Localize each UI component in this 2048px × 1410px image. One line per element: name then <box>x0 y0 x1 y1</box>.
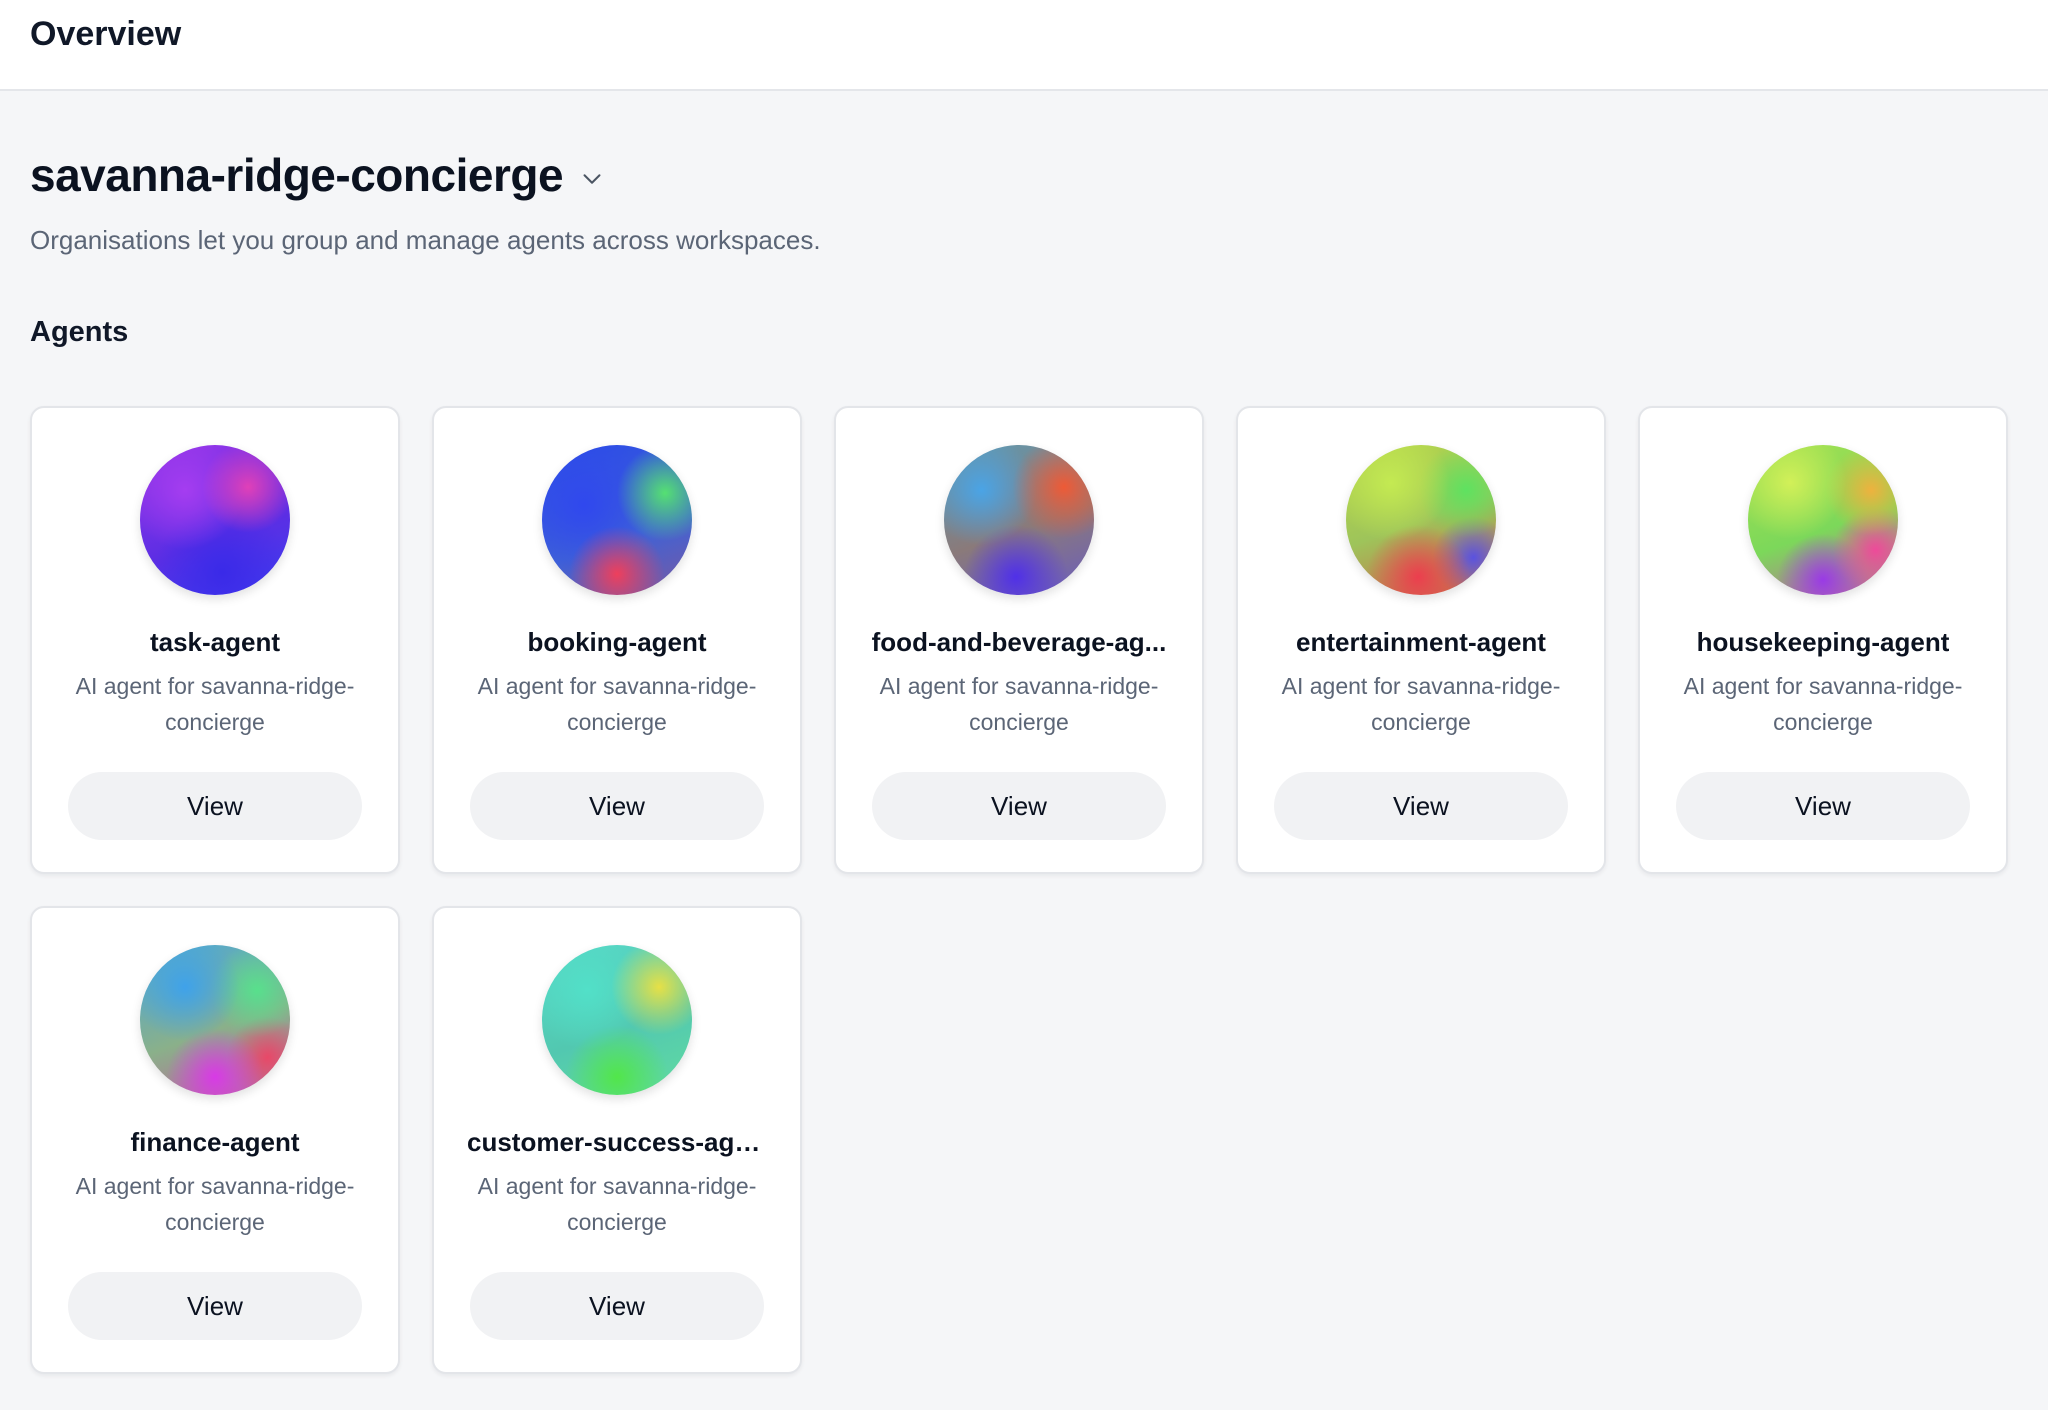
agent-avatar <box>1748 445 1898 595</box>
agent-description: AI agent for savanna-ridge-concierge <box>879 673 1159 735</box>
agent-name: finance-agent <box>130 1127 300 1157</box>
agent-description: AI agent for savanna-ridge-concierge <box>75 673 355 735</box>
view-agent-button[interactable]: View <box>68 1272 362 1340</box>
agents-grid: task-agent AI agent for savanna-ridge-co… <box>30 406 2018 1374</box>
view-agent-button[interactable]: View <box>470 772 764 840</box>
org-description: Organisations let you group and manage a… <box>30 225 821 255</box>
agent-description: AI agent for savanna-ridge-concierge <box>75 1173 355 1235</box>
view-agent-button[interactable]: View <box>1274 772 1568 840</box>
org-name: savanna-ridge-concierge <box>30 149 564 201</box>
agent-description: AI agent for savanna-ridge-concierge <box>1683 673 1963 735</box>
agent-name: customer-success-age... <box>467 1127 767 1157</box>
agent-card: food-and-beverage-ag... AI agent for sav… <box>834 406 1204 874</box>
agent-card: housekeeping-agent AI agent for savanna-… <box>1638 406 2008 874</box>
agent-card: task-agent AI agent for savanna-ridge-co… <box>30 406 400 874</box>
view-agent-button[interactable]: View <box>470 1272 764 1340</box>
agent-card: entertainment-agent AI agent for savanna… <box>1236 406 1606 874</box>
org-selector[interactable]: savanna-ridge-concierge <box>30 143 2018 207</box>
agent-card: customer-success-age... AI agent for sav… <box>432 906 802 1374</box>
agent-avatar <box>542 445 692 595</box>
agent-card: finance-agent AI agent for savanna-ridge… <box>30 906 400 1374</box>
agent-avatar <box>944 445 1094 595</box>
agent-description: AI agent for savanna-ridge-concierge <box>1281 673 1561 735</box>
agent-avatar <box>140 945 290 1095</box>
agent-avatar <box>1346 445 1496 595</box>
agent-name: food-and-beverage-ag... <box>871 627 1167 657</box>
agent-name: task-agent <box>149 627 281 657</box>
agent-avatar <box>140 445 290 595</box>
agent-name: housekeeping-agent <box>1696 627 1950 657</box>
agent-card: booking-agent AI agent for savanna-ridge… <box>432 406 802 874</box>
agent-avatar <box>542 945 692 1095</box>
chevron-down-icon[interactable] <box>577 164 607 194</box>
top-bar: Overview <box>0 0 2048 91</box>
agent-name: booking-agent <box>527 627 707 657</box>
view-agent-button[interactable]: View <box>1676 772 1970 840</box>
page-title: Overview <box>30 15 182 53</box>
agent-description: AI agent for savanna-ridge-concierge <box>477 1173 757 1235</box>
view-agent-button[interactable]: View <box>68 772 362 840</box>
agent-name: entertainment-agent <box>1296 627 1546 657</box>
main-content: savanna-ridge-concierge Organisations le… <box>0 143 2048 1374</box>
agent-description: AI agent for savanna-ridge-concierge <box>477 673 757 735</box>
agents-heading: Agents <box>30 316 129 348</box>
view-agent-button[interactable]: View <box>872 772 1166 840</box>
